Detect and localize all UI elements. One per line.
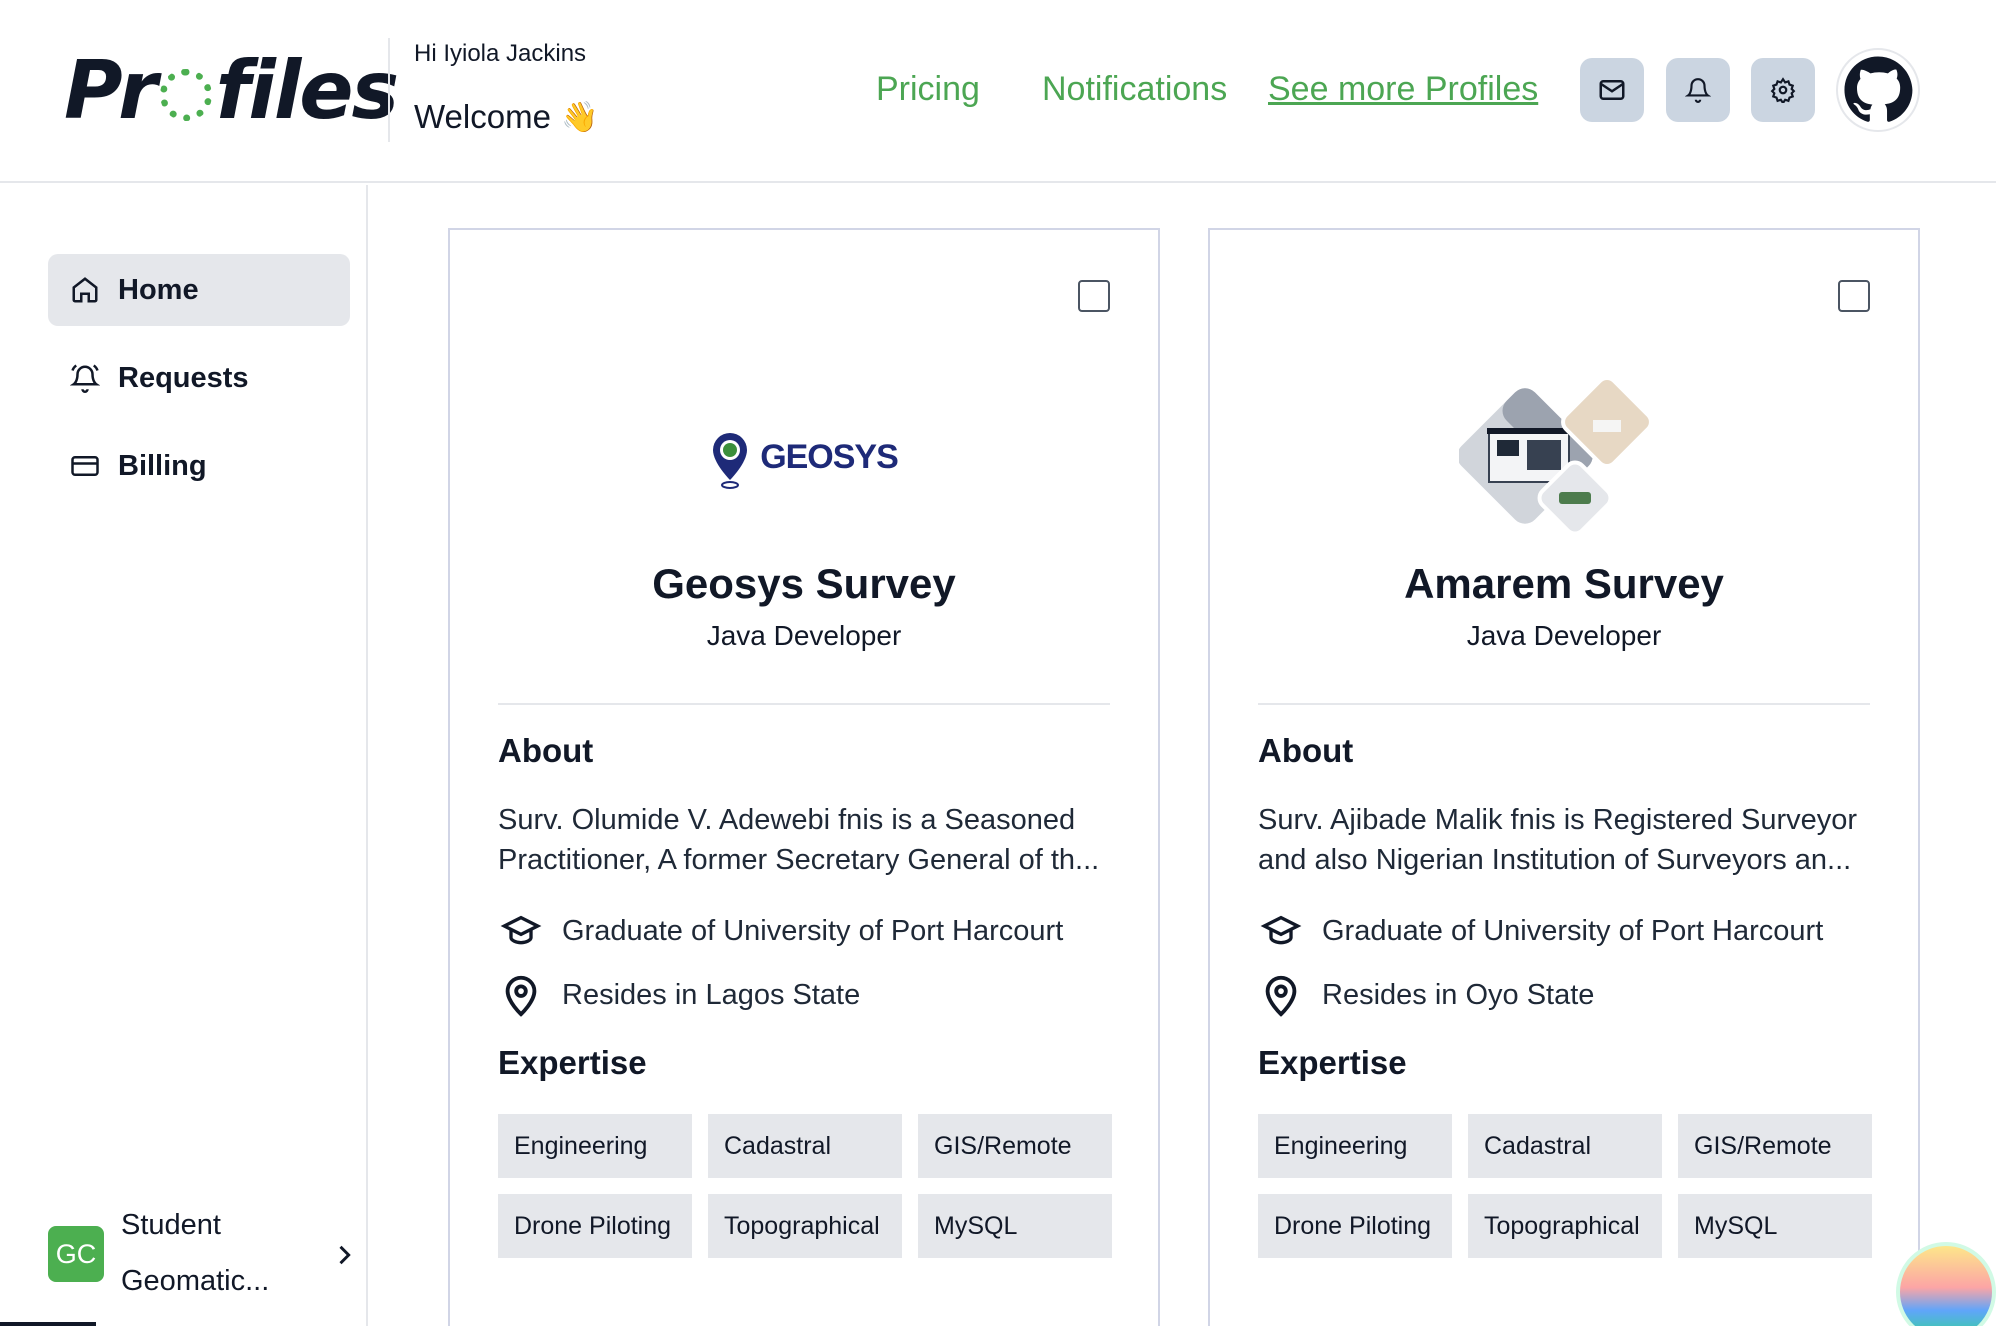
sidebar-item-label: Requests [118, 361, 249, 394]
profile-role: Java Developer [706, 620, 902, 651]
github-icon [1844, 56, 1913, 122]
profile-card[interactable]: Amarem Survey Java Developer About Surv.… [1208, 228, 1920, 1326]
home-icon [72, 277, 98, 303]
sidebar-item-label: Billing [118, 449, 207, 482]
profile-name: Amarem Survey [1404, 560, 1724, 607]
nav-see-more-profiles-link[interactable]: See more Profiles [1268, 70, 1538, 109]
expertise-chip: Cadastral [708, 1114, 902, 1178]
card-divider [1258, 703, 1870, 705]
graduation-cap-icon [500, 915, 542, 945]
company-logo [1210, 370, 1918, 550]
welcome-label: Welcome [414, 98, 551, 135]
graduation-cap-icon [1260, 915, 1302, 945]
user-greeting: Hi Iyiola Jackins [414, 40, 587, 67]
account-switcher[interactable]: GC Student Geomatic... [48, 1199, 358, 1309]
credit-card-icon [71, 456, 99, 476]
education-row: Graduate of University of Port Harcourt [498, 911, 1063, 951]
github-button[interactable] [1836, 48, 1920, 132]
location-text: Resides in Oyo State [1322, 978, 1595, 1011]
about-heading: About [498, 732, 594, 769]
profiles-logo[interactable]: Pr files [64, 44, 399, 137]
location-row: Resides in Oyo State [1258, 972, 1594, 1018]
waving-hand-icon: 👋 [560, 100, 599, 134]
header-divider [388, 38, 390, 142]
welcome-text: Welcome 👋 [414, 98, 598, 136]
mail-button[interactable] [1580, 58, 1644, 122]
location-row: Resides in Lagos State [498, 972, 860, 1018]
profile-role: Java Developer [1466, 620, 1662, 651]
beach-avatar-badge[interactable] [1896, 1242, 1996, 1326]
mail-icon [1599, 80, 1625, 100]
sidebar-item-home[interactable]: Home [48, 254, 350, 326]
expertise-chip: Engineering [498, 1114, 692, 1178]
gear-icon [1770, 77, 1796, 103]
logo-text-start: Pr [64, 43, 158, 137]
expertise-chip: Drone Piloting [1258, 1194, 1452, 1258]
sidebar-item-requests[interactable]: Requests [48, 342, 350, 414]
account-name-line2: Geomatic... [121, 1265, 270, 1297]
top-header: Pr files Hi Iyiola Jackins Welcome 👋 Pric… [0, 0, 1996, 183]
expertise-list: Engineering Cadastral GIS/Remote Drone P… [498, 1114, 1112, 1258]
location-pin-icon [1265, 975, 1297, 1017]
notifications-button[interactable] [1666, 58, 1730, 122]
company-logo: GEOSYS [450, 370, 1158, 550]
expertise-chip: Cadastral [1468, 1114, 1662, 1178]
expertise-list: Engineering Cadastral GIS/Remote Drone P… [1258, 1114, 1872, 1258]
sidebar-item-billing[interactable]: Billing [48, 430, 350, 502]
expertise-chip: Topographical [708, 1194, 902, 1258]
profile-name: Geosys Survey [652, 560, 956, 607]
expertise-heading: Expertise [1258, 1044, 1407, 1081]
location-pin-icon [505, 975, 537, 1017]
account-name-line1: Student [121, 1209, 221, 1241]
expertise-chip: GIS/Remote [918, 1114, 1112, 1178]
expertise-chip: Engineering [1258, 1114, 1452, 1178]
about-text: Surv. Ajibade Malik fnis is Registered S… [1258, 804, 1858, 876]
logo-text-end: files [215, 43, 400, 137]
about-heading: About [1258, 732, 1354, 769]
nav-notifications-link[interactable]: Notifications [1042, 70, 1227, 109]
card-divider [498, 703, 1110, 705]
scroll-indicator [0, 1322, 96, 1326]
expertise-chip: MySQL [1678, 1194, 1872, 1258]
sidebar-item-label: Home [118, 273, 199, 306]
expertise-chip: MySQL [918, 1194, 1112, 1258]
expertise-heading: Expertise [498, 1044, 647, 1081]
expertise-chip: Drone Piloting [498, 1194, 692, 1258]
bell-icon [1685, 78, 1711, 103]
chevron-right-icon [339, 1245, 351, 1265]
select-checkbox[interactable] [1078, 280, 1110, 312]
education-text: Graduate of University of Port Harcourt [562, 914, 1064, 947]
expertise-chip: Topographical [1468, 1194, 1662, 1258]
geosys-logo-text: GEOSYS [760, 437, 899, 476]
sidebar: Home Requests Billing GC Student Geomati… [0, 185, 368, 1326]
about-text: Surv. Olumide V. Adewebi fnis is a Seaso… [498, 804, 1100, 876]
education-row: Graduate of University of Port Harcourt [1258, 911, 1823, 951]
house-collage-image [1459, 376, 1653, 536]
select-checkbox[interactable] [1838, 280, 1870, 312]
avatar: GC [48, 1226, 104, 1282]
settings-button[interactable] [1751, 58, 1815, 122]
logo-ring-icon [159, 69, 212, 121]
expertise-chip: GIS/Remote [1678, 1114, 1872, 1178]
profile-card[interactable]: GEOSYS Geosys Survey Java Developer Abou… [448, 228, 1160, 1326]
education-text: Graduate of University of Port Harcourt [1322, 914, 1824, 947]
nav-pricing-link[interactable]: Pricing [876, 70, 980, 109]
location-text: Resides in Lagos State [562, 978, 861, 1011]
bell-ring-icon [70, 364, 100, 393]
